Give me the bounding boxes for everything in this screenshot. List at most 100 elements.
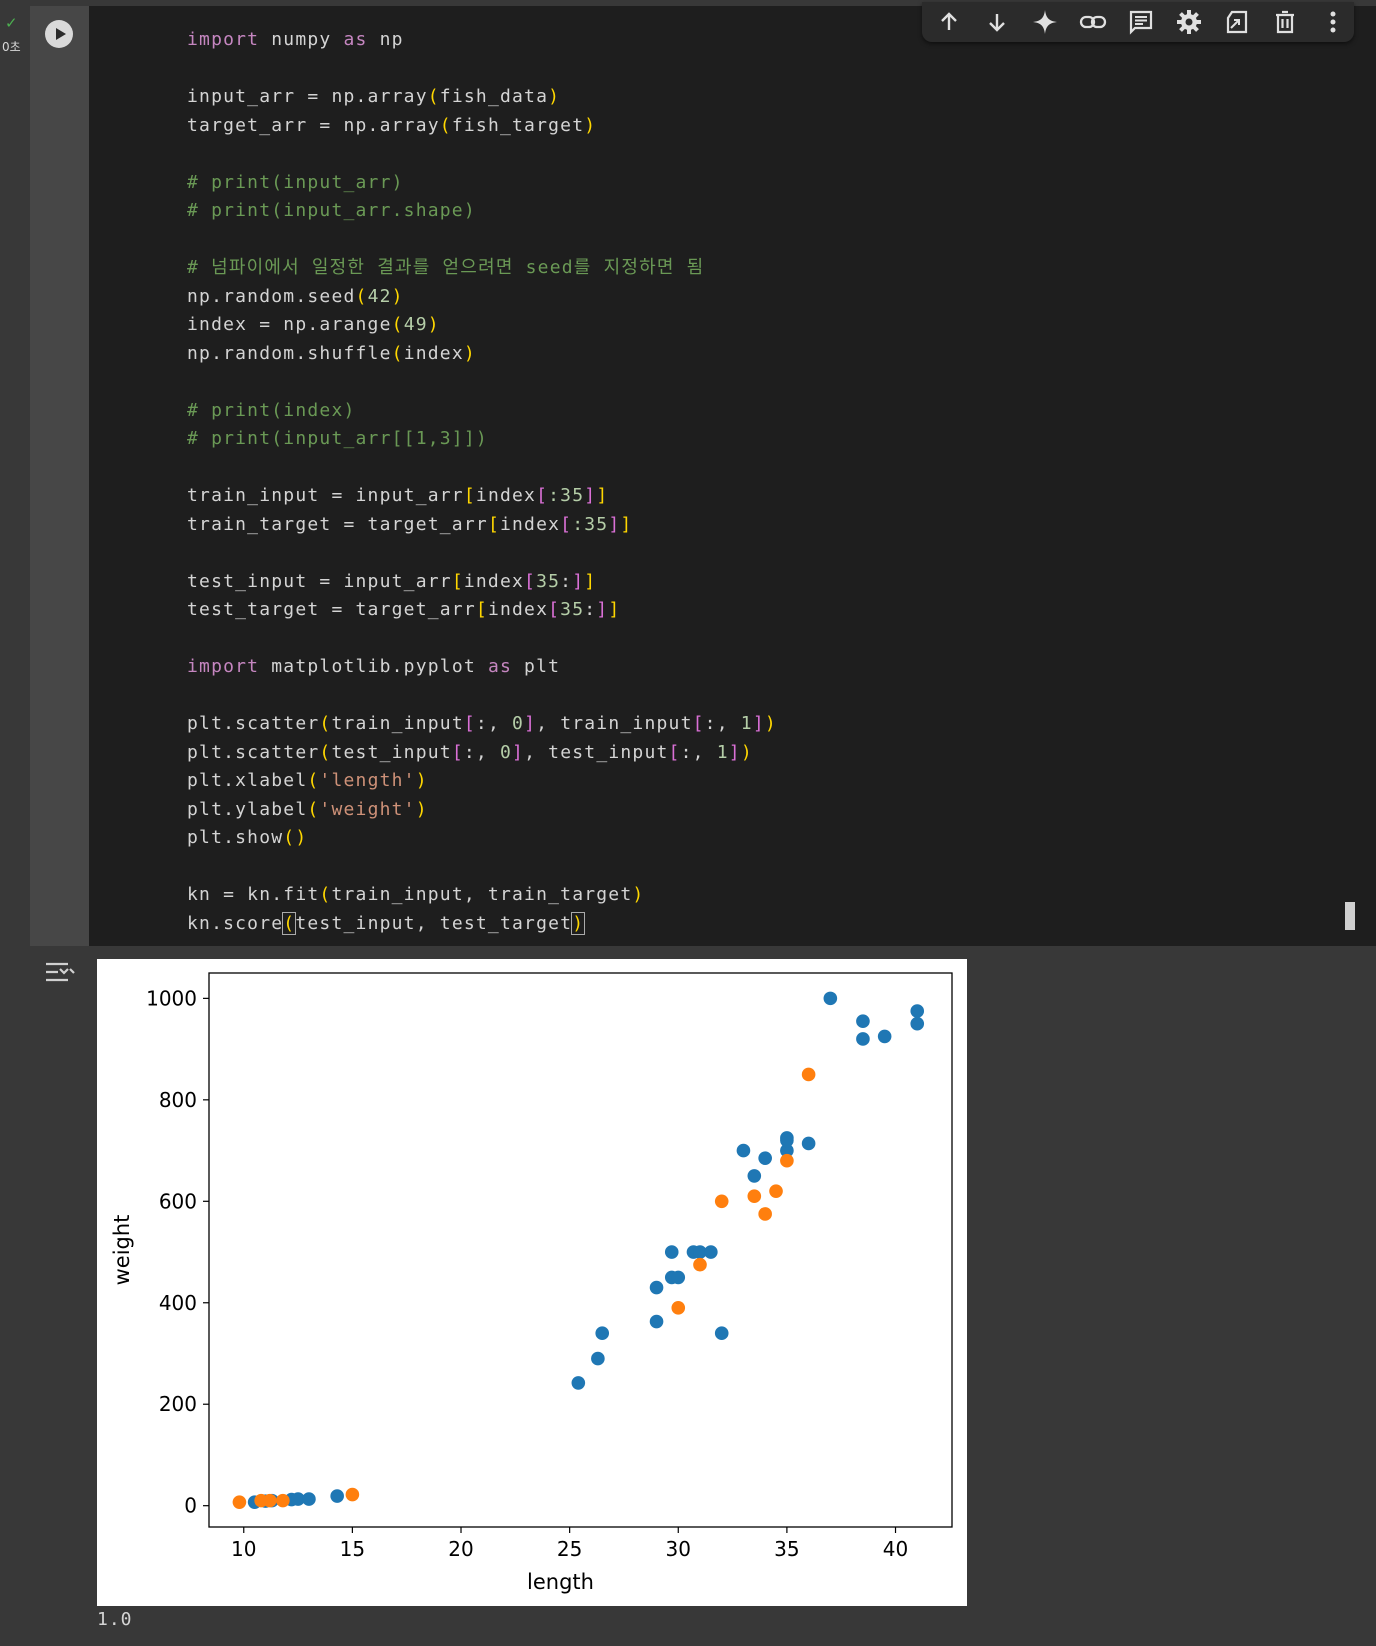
code-line[interactable]: target_arr = np.array(fish_target) [187, 112, 777, 141]
code-token: fish_target [451, 114, 585, 136]
scatter-point [910, 1004, 925, 1018]
code-content[interactable]: import numpy as np input_arr = np.array(f… [187, 26, 777, 938]
code-editor[interactable]: import numpy as np input_arr = np.array(f… [89, 6, 1376, 946]
plot-frame [208, 972, 953, 1528]
scroll-indicator[interactable] [1345, 902, 1355, 930]
code-token: # print(input_arr) [187, 171, 404, 193]
code-token: ] [584, 485, 597, 506]
code-token: [ [463, 485, 476, 506]
code-token: index [463, 570, 525, 592]
output-toggle-icon [46, 962, 75, 982]
code-token: 49 [403, 314, 428, 335]
more-options-button[interactable] [1317, 6, 1349, 38]
code-line[interactable]: plt.ylabel('weight') [187, 796, 777, 825]
code-token: 0 [500, 741, 513, 763]
code-line[interactable] [187, 539, 777, 568]
code-line[interactable]: import matplotlib.pyplot as plt [187, 653, 777, 682]
code-line[interactable] [187, 853, 777, 882]
code-token: # 넘파이에서 일정한 결과를 얻으려면 seed를 지정하면 됨 [187, 257, 705, 278]
x-tick-label: 40 [883, 1537, 908, 1561]
code-token: plt.xlabel [187, 770, 308, 791]
code-line[interactable]: np.random.seed(42) [187, 283, 777, 312]
code-line[interactable]: plt.xlabel('length') [187, 767, 777, 796]
move-up-button[interactable] [933, 6, 965, 38]
code-line[interactable]: test_input = input_arr[index[35:]] [187, 568, 777, 597]
code-line[interactable]: # print(input_arr.shape) [187, 197, 777, 226]
code-line[interactable] [187, 140, 777, 169]
delete-button[interactable] [1269, 6, 1301, 38]
run-cell-button[interactable] [45, 20, 73, 48]
scatter-point [801, 1067, 816, 1082]
code-line[interactable]: input_arr = np.array(fish_data) [187, 83, 777, 112]
x-tick-label: 25 [557, 1537, 582, 1561]
code-line[interactable]: # print(index) [187, 397, 777, 426]
code-line[interactable]: train_target = target_arr[index[:35]] [187, 511, 777, 540]
code-line[interactable]: train_input = input_arr[index[:35]] [187, 482, 777, 511]
gemini-button[interactable] [1029, 6, 1061, 38]
code-line[interactable] [187, 625, 777, 654]
code-token: ) [415, 798, 428, 820]
code-token: train_input = input_arr [187, 485, 464, 506]
code-token: ] [596, 599, 609, 620]
code-line[interactable] [187, 55, 777, 84]
execution-time: 0초 [2, 40, 21, 54]
code-token: ] [596, 485, 609, 506]
code-token: [ [548, 599, 561, 620]
scatter-point [714, 1326, 729, 1341]
code-line[interactable] [187, 368, 777, 397]
code-token: index [403, 342, 464, 364]
output-toggle-button[interactable] [44, 958, 76, 986]
x-tick-label: 15 [340, 1537, 365, 1561]
code-token: index [499, 513, 561, 535]
mirror-cell-button[interactable] [1221, 6, 1253, 38]
scatter-point [769, 1184, 783, 1198]
code-token: :35 [548, 485, 585, 506]
scatter-point [910, 1016, 925, 1031]
code-line[interactable]: import numpy as np [187, 26, 777, 55]
code-line[interactable]: plt.scatter(train_input[:, 0], train_inp… [187, 710, 777, 739]
code-token: numpy [259, 29, 344, 50]
code-token: ) [764, 713, 777, 734]
cell-result-text: 1.0 [97, 1609, 133, 1630]
code-line[interactable]: kn = kn.fit(train_input, train_target) [187, 881, 777, 910]
comment-icon [1129, 10, 1153, 35]
code-token: 35 [560, 599, 585, 620]
scatter-point [591, 1351, 605, 1366]
code-token: [ [524, 570, 537, 592]
code-line[interactable]: # 넘파이에서 일정한 결과를 얻으려면 seed를 지정하면 됨 [187, 254, 777, 283]
code-line[interactable]: index = np.arange(49) [187, 311, 777, 340]
scatter-point [747, 1169, 762, 1183]
code-line[interactable] [187, 454, 777, 483]
code-line[interactable]: plt.show() [187, 824, 777, 853]
link-button[interactable] [1077, 6, 1109, 38]
settings-button[interactable] [1173, 6, 1205, 38]
link-icon [1079, 15, 1107, 29]
comment-button[interactable] [1125, 6, 1157, 38]
code-token: 'length' [319, 770, 416, 791]
code-line[interactable]: # print(input_arr[[1,3]]) [187, 425, 777, 454]
code-token: : [584, 599, 597, 620]
code-token: ] [728, 741, 741, 763]
code-token: np [367, 29, 404, 50]
code-line[interactable] [187, 682, 777, 711]
code-token: ] [608, 599, 621, 620]
scatter-point [747, 1189, 762, 1204]
code-token: train_input, train_target [331, 884, 633, 905]
scatter-point [856, 1032, 870, 1046]
code-line[interactable] [187, 226, 777, 255]
move-down-button[interactable] [981, 6, 1013, 38]
code-line[interactable]: kn.score(test_input, test_target) [187, 910, 777, 939]
code-line[interactable]: # print(input_arr) [187, 169, 777, 198]
scatter-point [595, 1326, 610, 1341]
code-token: ) [427, 314, 440, 335]
code-token: test_input = input_arr [187, 570, 452, 592]
code-line[interactable]: np.random.shuffle(index) [187, 340, 777, 369]
code-line[interactable]: test_target = target_arr[index[35:]] [187, 596, 777, 625]
arrow-down-icon [989, 14, 1005, 32]
mirror-cell-icon [1226, 10, 1248, 34]
code-token: index = np.arange [187, 314, 392, 335]
code-line[interactable]: plt.scatter(test_input[:, 0], test_input… [187, 739, 777, 768]
code-token: ( [319, 713, 332, 734]
code-token: ( [319, 884, 332, 905]
code-token: :, [704, 713, 741, 734]
